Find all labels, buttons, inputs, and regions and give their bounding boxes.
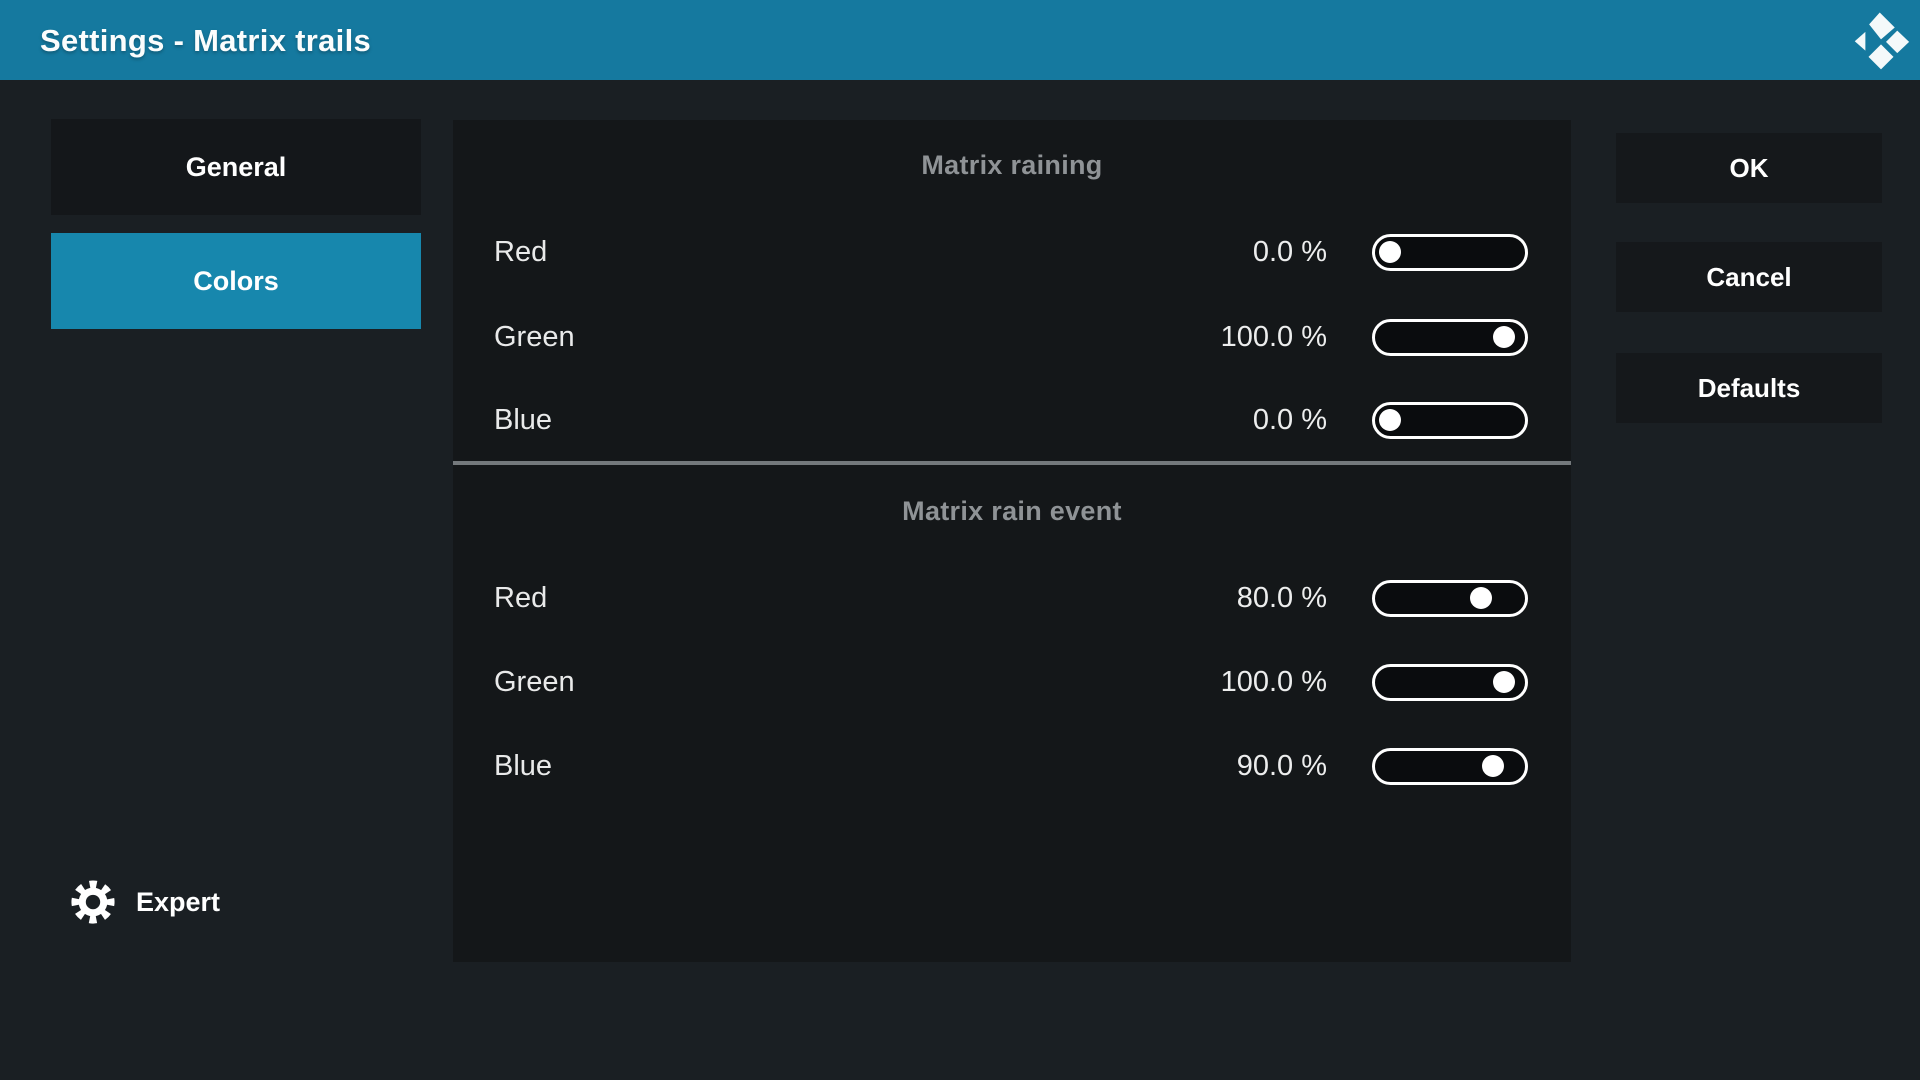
cancel-button[interactable]: Cancel bbox=[1616, 242, 1882, 312]
slider-knob[interactable] bbox=[1379, 409, 1401, 431]
setting-value: 90.0 % bbox=[1197, 750, 1327, 783]
sidebar-item-colors[interactable]: Colors bbox=[51, 233, 421, 329]
slider-knob[interactable] bbox=[1470, 587, 1492, 609]
setting-value: 100.0 % bbox=[1197, 321, 1327, 354]
blue-slider[interactable] bbox=[1372, 402, 1528, 439]
button-label: OK bbox=[1730, 153, 1769, 184]
button-label: Defaults bbox=[1698, 373, 1801, 404]
sidebar-item-label: Colors bbox=[193, 266, 279, 297]
defaults-button[interactable]: Defaults bbox=[1616, 353, 1882, 423]
setting-label: Red bbox=[494, 236, 1197, 269]
section-title: Matrix raining bbox=[453, 150, 1571, 181]
ok-button[interactable]: OK bbox=[1616, 133, 1882, 203]
setting-value: 0.0 % bbox=[1197, 404, 1327, 437]
setting-value: 0.0 % bbox=[1197, 236, 1327, 269]
red-slider[interactable] bbox=[1372, 580, 1528, 617]
slider-knob[interactable] bbox=[1379, 241, 1401, 263]
setting-row-green[interactable]: Green 100.0 % bbox=[453, 295, 1571, 379]
slider-knob[interactable] bbox=[1482, 755, 1504, 777]
setting-row-red[interactable]: Red 80.0 % bbox=[453, 556, 1571, 640]
setting-row-red[interactable]: Red 0.0 % bbox=[453, 210, 1571, 294]
settings-level-label: Expert bbox=[136, 887, 220, 918]
sidebar-item-general[interactable]: General bbox=[51, 119, 421, 215]
settings-level-toggle[interactable]: Expert bbox=[70, 874, 220, 930]
kodi-logo-icon bbox=[1851, 10, 1911, 70]
settings-panel: Matrix raining Red 0.0 % Green 100.0 % B… bbox=[453, 120, 1571, 962]
title-bar: Settings - Matrix trails bbox=[0, 0, 1920, 80]
section-divider bbox=[453, 461, 1571, 465]
setting-label: Blue bbox=[494, 750, 1197, 783]
slider-knob[interactable] bbox=[1493, 671, 1515, 693]
blue-slider[interactable] bbox=[1372, 748, 1528, 785]
setting-value: 80.0 % bbox=[1197, 582, 1327, 615]
gear-icon bbox=[70, 879, 116, 925]
red-slider[interactable] bbox=[1372, 234, 1528, 271]
sidebar-item-label: General bbox=[186, 152, 287, 183]
green-slider[interactable] bbox=[1372, 319, 1528, 356]
setting-label: Green bbox=[494, 666, 1197, 699]
setting-label: Green bbox=[494, 321, 1197, 354]
setting-label: Blue bbox=[494, 404, 1197, 437]
setting-value: 100.0 % bbox=[1197, 666, 1327, 699]
settings-dialog: Settings - Matrix trails General Colors … bbox=[0, 0, 1920, 1080]
page-title: Settings - Matrix trails bbox=[40, 0, 371, 80]
setting-label: Red bbox=[494, 582, 1197, 615]
section-title: Matrix rain event bbox=[453, 496, 1571, 527]
slider-knob[interactable] bbox=[1493, 326, 1515, 348]
button-label: Cancel bbox=[1706, 262, 1791, 293]
setting-row-blue[interactable]: Blue 0.0 % bbox=[453, 378, 1571, 462]
green-slider[interactable] bbox=[1372, 664, 1528, 701]
setting-row-green[interactable]: Green 100.0 % bbox=[453, 640, 1571, 724]
setting-row-blue[interactable]: Blue 90.0 % bbox=[453, 724, 1571, 808]
